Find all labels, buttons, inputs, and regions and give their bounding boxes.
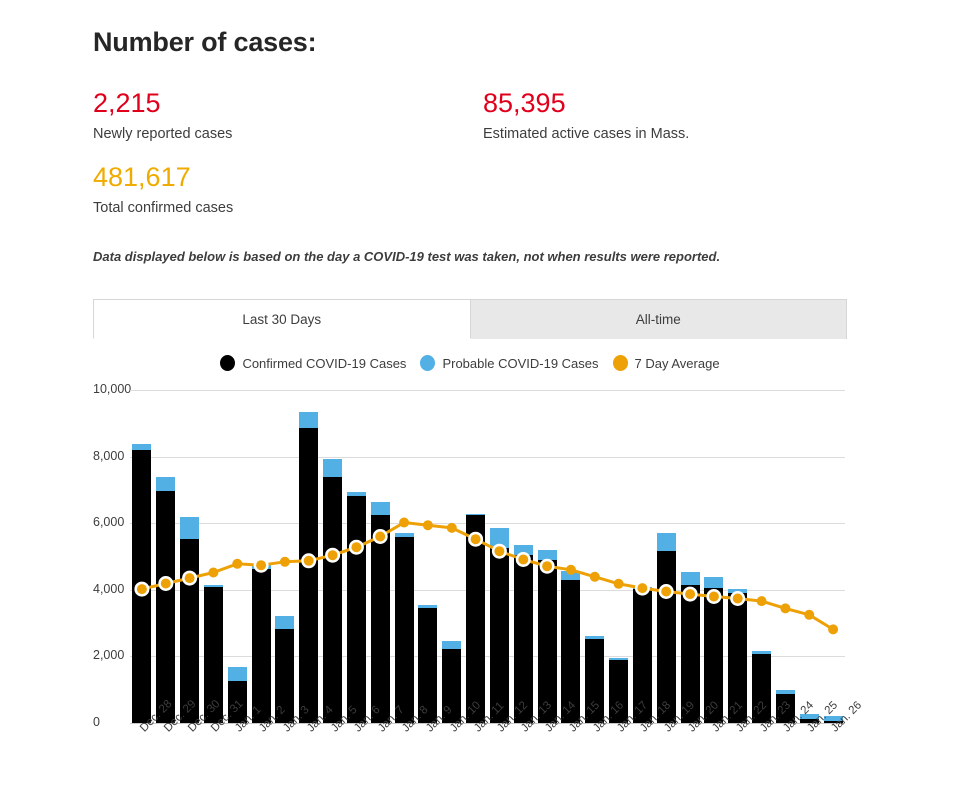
chart-plot-area <box>130 390 845 724</box>
average-point[interactable] <box>708 591 719 602</box>
seven-day-average-line <box>134 517 839 635</box>
stat-active-cases-label: Estimated active cases in Mass. <box>483 126 690 142</box>
average-point[interactable] <box>303 555 314 566</box>
average-point[interactable] <box>780 603 791 614</box>
tab-last-30-days[interactable]: Last 30 Days <box>93 299 471 339</box>
y-axis-tick-4000: 4,000 <box>93 581 125 596</box>
legend-label-probable: Probable COVID-19 Cases <box>442 355 599 371</box>
y-axis-tick-0: 0 <box>93 715 100 729</box>
y-axis-tick-10000: 10,000 <box>93 382 132 396</box>
tab-last-30-days-label: Last 30 Days <box>242 311 322 327</box>
average-point[interactable] <box>351 542 362 553</box>
average-line-path <box>140 521 835 631</box>
average-point[interactable] <box>661 586 672 597</box>
stat-total-confirmed-label: Total confirmed cases <box>93 200 234 216</box>
data-note: Data displayed below is based on the day… <box>93 249 721 264</box>
average-point[interactable] <box>565 564 576 575</box>
tab-all-time-label: All-time <box>635 312 681 327</box>
stat-newly-reported-value: 2,215 <box>93 88 161 118</box>
page-title: Number of cases: <box>93 27 317 57</box>
stat-newly-reported-label: Newly reported cases <box>93 126 233 142</box>
y-axis-tick-2000: 2,000 <box>93 648 125 663</box>
average-point[interactable] <box>732 593 743 604</box>
y-axis-tick-6000: 6,000 <box>93 515 125 530</box>
average-point[interactable] <box>422 520 433 531</box>
average-point[interactable] <box>279 556 290 567</box>
average-point[interactable] <box>399 517 410 528</box>
average-point[interactable] <box>613 578 624 589</box>
y-axis-tick-8000: 8,000 <box>93 448 125 463</box>
covid-cases-dashboard: Number of cases: 2,215 Newly reported ca… <box>0 0 967 801</box>
average-point[interactable] <box>327 550 338 561</box>
chart-legend: Confirmed COVID-19 Cases Probable COVID-… <box>93 355 847 371</box>
tab-all-time[interactable]: All-time <box>470 299 847 339</box>
average-point[interactable] <box>518 554 529 565</box>
average-point[interactable] <box>685 589 696 600</box>
average-point[interactable] <box>232 558 243 569</box>
average-point[interactable] <box>160 578 171 589</box>
average-point[interactable] <box>184 573 195 584</box>
average-point[interactable] <box>589 571 600 582</box>
legend-item-confirmed[interactable]: Confirmed COVID-19 Cases <box>220 355 406 371</box>
average-point[interactable] <box>208 567 219 578</box>
average-point[interactable] <box>804 609 815 620</box>
average-point[interactable] <box>446 522 457 533</box>
average-point[interactable] <box>828 624 839 635</box>
average-point[interactable] <box>756 596 767 607</box>
stat-total-confirmed-value: 481,617 <box>93 162 191 192</box>
average-point[interactable] <box>542 561 553 572</box>
legend-label-confirmed: Confirmed COVID-19 Cases <box>242 355 407 371</box>
legend-dot-average-icon <box>612 355 628 371</box>
stat-active-cases-value: 85,395 <box>483 88 566 118</box>
stat-total-confirmed: 481,617 Total confirmed cases <box>93 162 233 218</box>
average-point[interactable] <box>637 583 648 594</box>
legend-item-average[interactable]: 7 Day Average <box>612 355 720 371</box>
stat-active-cases: 85,395 Estimated active cases in Mass. <box>483 88 689 144</box>
chart-x-axis-labels: Dec. 28 Dec. 29 Dec. 30 Dec. 31 Jan. 1 Jan. 2… <box>130 698 864 796</box>
stat-newly-reported: 2,215 Newly reported cases <box>93 88 232 144</box>
legend-dot-probable-icon <box>420 355 436 371</box>
average-point[interactable] <box>256 560 267 571</box>
average-point[interactable] <box>494 546 505 557</box>
legend-item-probable[interactable]: Probable COVID-19 Cases <box>420 355 599 371</box>
average-point[interactable] <box>470 534 481 545</box>
average-point[interactable] <box>375 531 386 542</box>
legend-dot-confirmed-icon <box>220 355 236 371</box>
average-point[interactable] <box>136 584 147 595</box>
legend-label-average: 7 Day Average <box>634 355 720 371</box>
chart-range-tabs: Last 30 Days All-time <box>93 299 847 339</box>
